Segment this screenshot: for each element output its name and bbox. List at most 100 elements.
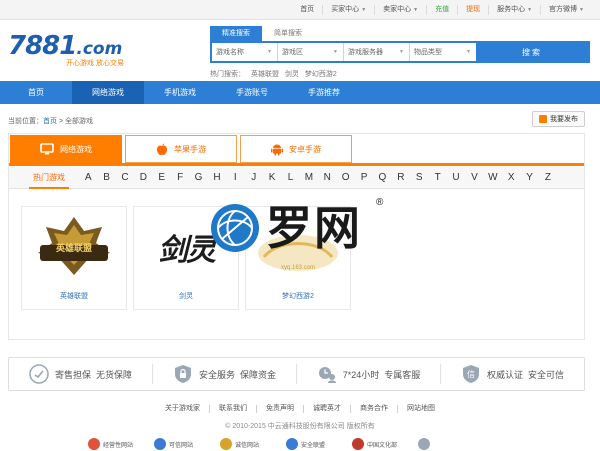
clock-person-icon	[318, 367, 336, 383]
item-type-select[interactable]: 物品类型 ▼	[410, 43, 476, 61]
lock-shield-icon	[174, 365, 191, 383]
watermark-logo-icon	[211, 204, 259, 252]
tab-label: 苹果手游	[174, 144, 206, 154]
game-area-select[interactable]: 游戏区 ▼	[278, 43, 344, 61]
nav-item[interactable]: 首页	[0, 81, 72, 104]
trust-badge[interactable]	[418, 437, 478, 451]
logo-number: 7881	[8, 31, 77, 61]
letter-filter[interactable]: C	[116, 172, 134, 183]
registered-mark: ®	[376, 197, 384, 208]
letter-filter[interactable]: L	[281, 172, 299, 183]
trust-badge[interactable]: 诚信网站	[220, 437, 280, 451]
tab-android-games[interactable]: 安卓手游	[240, 135, 352, 163]
search-box: 游戏名称 ▼ 游戏区 ▼ 游戏服务器 ▼ 物品类型 ▼ 搜索	[210, 41, 590, 63]
top-bar-link[interactable]: 服务中心 ▼	[488, 4, 540, 15]
badge-icon	[286, 438, 298, 450]
letter-filter[interactable]: Y	[520, 172, 538, 183]
trust-badge[interactable]: 经营性网站	[88, 437, 148, 451]
letter-filter[interactable]: O	[336, 172, 354, 183]
letter-filter[interactable]: R	[392, 172, 410, 183]
nav-item[interactable]: 手机游戏	[144, 81, 216, 104]
letter-filter[interactable]: F	[171, 172, 189, 183]
guarantee-title: 权威认证	[486, 369, 523, 380]
search-area: 精准搜索 简单搜索 游戏名称 ▼ 游戏区 ▼ 游戏服务器 ▼ 物品类型 ▼ 搜索 热门搜…	[210, 26, 590, 79]
footer-link[interactable]: 网站地图	[397, 405, 444, 413]
guarantee-escrow: 寄售担保 无货保障	[9, 364, 152, 384]
top-bar-link[interactable]: 买家中心 ▼	[322, 4, 374, 15]
breadcrumb-home-link[interactable]: 首页	[43, 118, 57, 125]
android-icon	[271, 143, 283, 156]
letter-filter[interactable]: P	[355, 172, 373, 183]
letter-filter[interactable]: W	[484, 172, 502, 183]
letter-filter[interactable]: I	[226, 172, 244, 183]
letter-filter[interactable]: Q	[373, 172, 391, 183]
nav-item[interactable]: 手游推荐	[288, 81, 360, 104]
breadcrumb: 当前位置：首页 > 全部游戏	[8, 116, 93, 126]
tab-apple-games[interactable]: 苹果手游	[125, 135, 237, 163]
badge-label: 安全联盟	[301, 442, 326, 449]
letter-filter[interactable]: B	[97, 172, 115, 183]
top-bar-link-label: 买家中心	[331, 5, 360, 13]
tab-underline	[9, 163, 584, 166]
guarantee-support: 7*24小时 专属客服	[297, 364, 440, 384]
tab-online-games[interactable]: 网络游戏	[10, 135, 122, 163]
search-button[interactable]: 搜索	[476, 43, 588, 61]
publish-button[interactable]: 我要发布	[532, 111, 585, 127]
hot-search-link[interactable]: 剑灵	[285, 71, 299, 78]
trust-badge[interactable]: 中国文化部	[352, 437, 412, 451]
letter-filter[interactable]: Z	[539, 172, 557, 183]
top-bar-link-label: 首页	[300, 5, 315, 13]
letter-filter[interactable]: D	[134, 172, 152, 183]
nav-item[interactable]: 手游账号	[216, 81, 288, 104]
top-bar-link-label: 充值	[435, 5, 450, 13]
letter-filter[interactable]: S	[410, 172, 428, 183]
letter-filter[interactable]: J	[245, 172, 263, 183]
top-bar-link[interactable]: 卖家中心 ▼	[374, 4, 426, 15]
hot-search-link[interactable]: 梦幻西游2	[305, 71, 337, 78]
letter-filter[interactable]: N	[318, 172, 336, 183]
chevron-down-icon: ▼	[527, 6, 533, 13]
guarantee-title: 7*24小时	[342, 369, 380, 380]
tab-label: 安卓手游	[289, 144, 321, 154]
guarantee-safety: 安全服务 保障资金	[153, 364, 296, 384]
hot-search-link[interactable]: 英雄联盟	[251, 71, 279, 78]
search-tab-precise[interactable]: 精准搜索	[210, 26, 262, 41]
publish-icon	[539, 115, 547, 123]
footer-link[interactable]: 商务合作	[350, 405, 397, 413]
letter-filter[interactable]: A	[79, 172, 97, 183]
search-tab-simple[interactable]: 简单搜索	[262, 26, 314, 41]
top-bar-link[interactable]: 提现	[457, 4, 488, 15]
letter-filter[interactable]: K	[263, 172, 281, 183]
letter-filter[interactable]: V	[465, 172, 483, 183]
trust-badge[interactable]: 可信网站	[154, 437, 214, 451]
footer-link[interactable]: 免责声明	[256, 405, 303, 413]
letter-filter[interactable]: M	[300, 172, 318, 183]
game-card-lol[interactable]: 英雄联盟 英雄联盟	[21, 206, 127, 310]
trust-badges: 经营性网站 可信网站 诚信网站 安全联盟 中国文化部	[88, 437, 484, 451]
site-logo[interactable]: 7881.com 开心游戏 放心交易	[8, 33, 133, 69]
letter-filter[interactable]: U	[447, 172, 465, 183]
top-bar-link[interactable]: 官方微博 ▼	[540, 4, 592, 15]
letter-filter[interactable]: G	[189, 172, 207, 183]
nav-item[interactable]: 网络游戏	[72, 81, 144, 104]
top-bar-link[interactable]: 首页	[292, 5, 322, 15]
letter-filter[interactable]: H	[208, 172, 226, 183]
badge-icon	[352, 438, 364, 450]
search-tabs: 精准搜索 简单搜索	[210, 26, 590, 41]
chevron-down-icon: ▼	[333, 49, 338, 55]
top-bar-link[interactable]: 充值	[426, 4, 457, 15]
footer-link[interactable]: 诚聘英才	[303, 405, 350, 413]
tab-label: 网络游戏	[60, 144, 92, 154]
chevron-down-icon: ▼	[361, 6, 367, 13]
trust-badge[interactable]: 安全联盟	[286, 437, 346, 451]
letter-filter[interactable]: X	[502, 172, 520, 183]
game-name-select[interactable]: 游戏名称 ▼	[212, 43, 278, 61]
footer-link[interactable]: 联系我们	[209, 405, 256, 413]
hot-games-filter[interactable]: 热门游戏	[19, 167, 79, 189]
letter-filter[interactable]: E	[153, 172, 171, 183]
footer-link[interactable]: 关于游戏家	[156, 405, 209, 413]
chevron-down-icon: ▼	[466, 49, 471, 55]
letter-filter[interactable]: T	[428, 172, 446, 183]
game-server-select[interactable]: 游戏服务器 ▼	[344, 43, 410, 61]
chevron-down-icon: ▼	[579, 6, 584, 13]
